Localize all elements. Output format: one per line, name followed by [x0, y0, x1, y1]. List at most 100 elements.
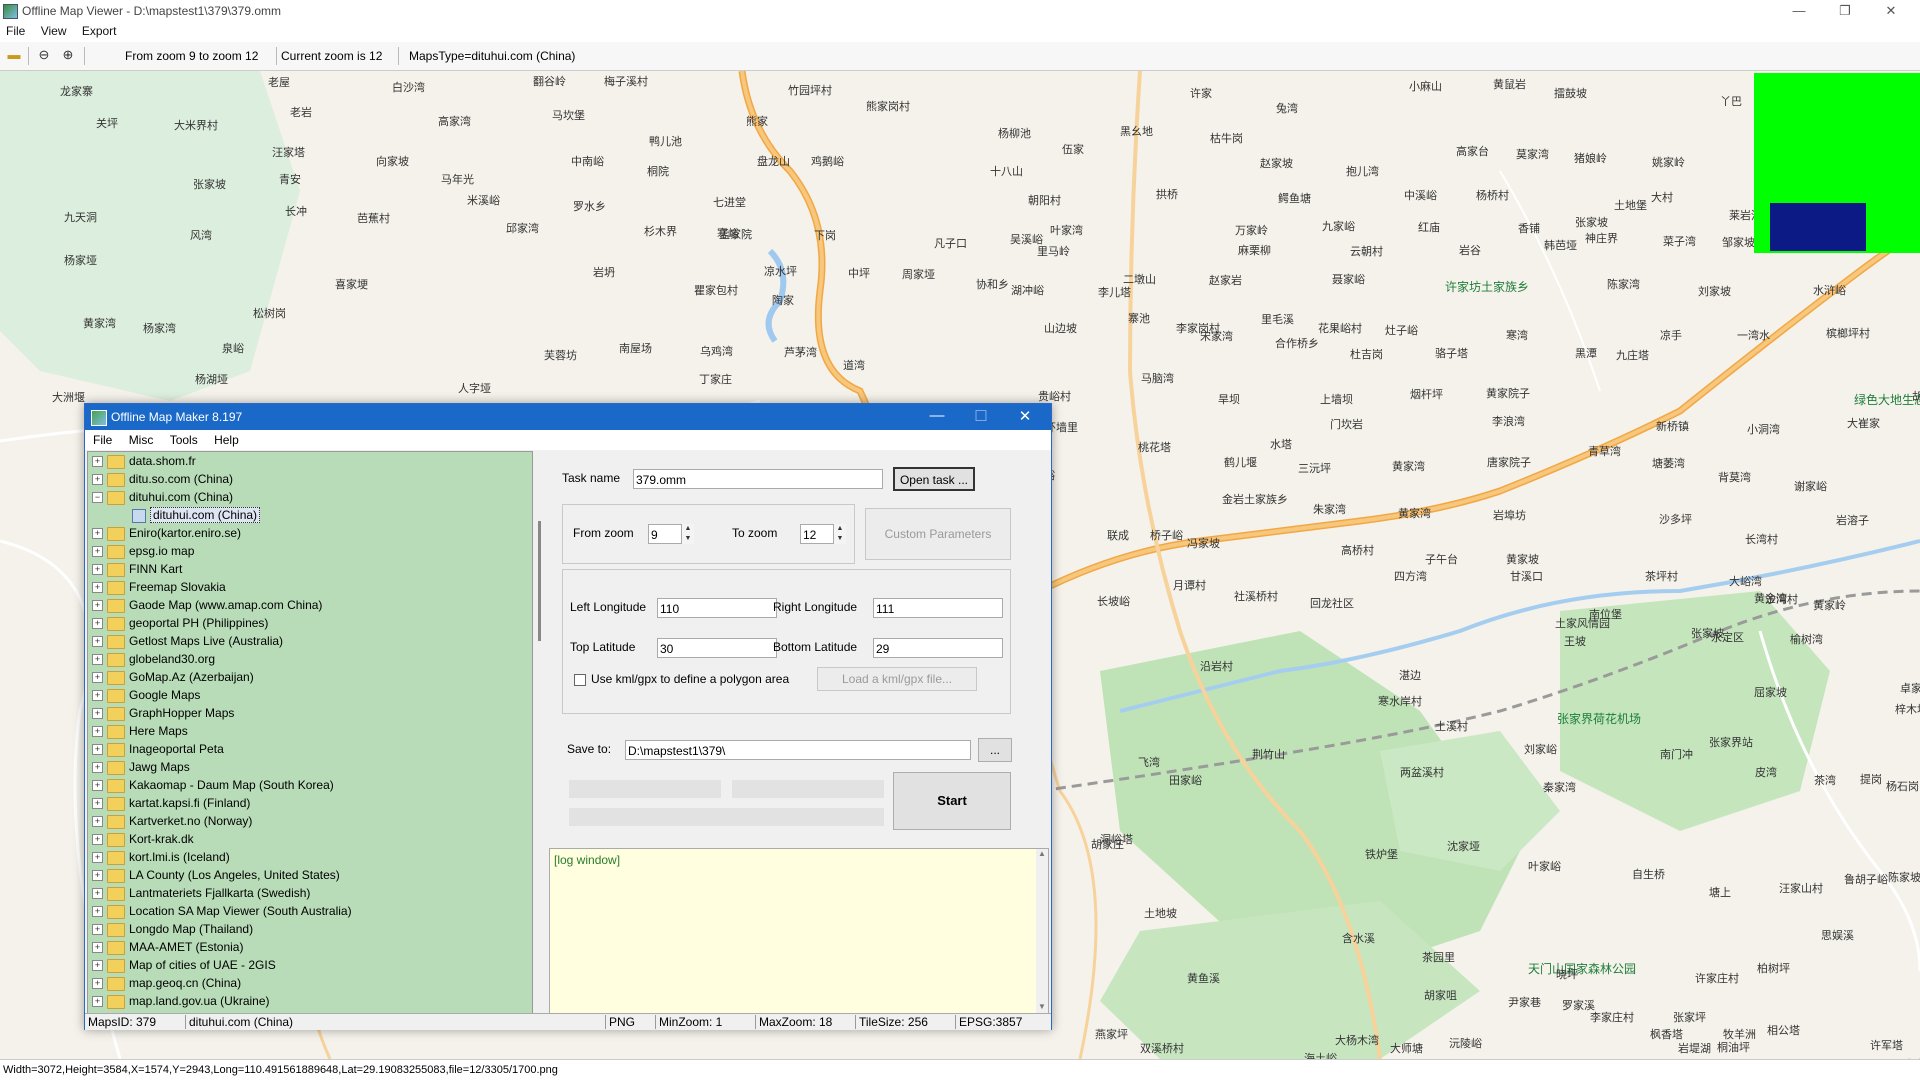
dialog-menu-help[interactable]: Help	[206, 430, 244, 447]
expand-icon[interactable]: +	[92, 708, 103, 720]
tree-node[interactable]: + Jawg Maps	[92, 760, 190, 778]
map-source-tree[interactable]: + data.shom.fr + ditu.so.com (China) − dituhu…	[87, 451, 533, 1014]
bottom-latitude-input[interactable]: 29	[873, 638, 1003, 658]
overview-minimap[interactable]	[1754, 73, 1920, 253]
left-longitude-input[interactable]: 110	[657, 598, 777, 618]
restore-button[interactable]: ❐	[1822, 0, 1868, 22]
start-button[interactable]: Start	[893, 772, 1011, 830]
expand-icon[interactable]: +	[92, 816, 103, 828]
tree-node[interactable]: + GoMap.Az (Azerbaijan)	[92, 670, 254, 688]
dialog-menu-misc[interactable]: Misc	[121, 430, 159, 447]
tree-node[interactable]: + geoportal PH (Philippines)	[92, 616, 268, 634]
tree-node[interactable]: + Gaode Map (www.amap.com China)	[92, 598, 322, 616]
tree-node[interactable]: + GraphHopper Maps	[92, 706, 234, 724]
open-task-button[interactable]: Open task ...	[893, 467, 975, 491]
tree-scrollbar-thumb[interactable]	[538, 521, 541, 641]
dialog-menu-tools[interactable]: Tools	[162, 430, 203, 447]
collapse-icon[interactable]: −	[92, 492, 103, 504]
tree-node[interactable]: + map.geoq.cn (China)	[92, 976, 241, 994]
expand-icon[interactable]: +	[92, 456, 103, 468]
open-folder-icon[interactable]: ▬	[6, 47, 22, 63]
expand-icon[interactable]: +	[92, 888, 103, 900]
minimize-button[interactable]: —	[1776, 0, 1822, 22]
expand-icon[interactable]: +	[92, 942, 103, 954]
expand-icon[interactable]: +	[92, 798, 103, 810]
expand-icon[interactable]: +	[92, 996, 103, 1008]
expand-icon[interactable]: +	[92, 672, 103, 684]
expand-icon[interactable]: +	[92, 564, 103, 576]
from-zoom-spinner[interactable]: ▲ ▼	[681, 524, 694, 544]
expand-icon[interactable]: +	[92, 870, 103, 882]
dialog-menu-file[interactable]: File	[85, 430, 117, 447]
tree-node[interactable]: + Here Maps	[92, 724, 188, 742]
tree-node[interactable]: + epsg.io map	[92, 544, 194, 562]
top-latitude-input[interactable]: 30	[657, 638, 777, 658]
tree-node[interactable]: + data.shom.fr	[92, 454, 196, 472]
expand-icon[interactable]: +	[92, 582, 103, 594]
place-label: 大杨木湾	[1335, 1035, 1379, 1047]
tree-node[interactable]: + Inageoportal Peta	[92, 742, 224, 760]
expand-icon[interactable]: +	[92, 852, 103, 864]
tree-node[interactable]: + Kakaomap - Daum Map (South Korea)	[92, 778, 334, 796]
tree-scrollbar[interactable]	[535, 451, 545, 1012]
tree-node[interactable]: + Map of cities of UAE - 2GIS	[92, 958, 276, 976]
tree-node[interactable]: + Eniro(kartor.eniro.se)	[92, 526, 241, 544]
overview-viewport-frame[interactable]	[1770, 203, 1866, 251]
dialog-close-button[interactable]: ✕	[1005, 407, 1045, 425]
expand-icon[interactable]: +	[92, 618, 103, 630]
tree-node[interactable]: + MAA-AMET (Estonia)	[92, 940, 243, 958]
menu-export[interactable]: Export	[76, 22, 123, 38]
browse-button[interactable]: ...	[978, 738, 1012, 762]
tree-node[interactable]: + kartat.kapsi.fi (Finland)	[92, 796, 250, 814]
tree-node[interactable]: dituhui.com (China)	[132, 507, 261, 526]
dialog-maximize-button[interactable]: ☐	[961, 407, 1001, 425]
tree-node[interactable]: + ditu.so.com (China)	[92, 472, 233, 490]
log-scrollbar[interactable]: ▲ ▼	[1036, 849, 1048, 1013]
dialog-minimize-button[interactable]: —	[917, 407, 957, 424]
expand-icon[interactable]: +	[92, 726, 103, 738]
close-button[interactable]: ✕	[1868, 0, 1914, 22]
tree-node[interactable]: + Longdo Map (Thailand)	[92, 922, 253, 940]
tree-node[interactable]: + Kort-krak.dk	[92, 832, 194, 850]
expand-icon[interactable]: +	[92, 528, 103, 540]
expand-icon[interactable]: +	[92, 906, 103, 918]
tree-node[interactable]: + Getlost Maps Live (Australia)	[92, 634, 283, 652]
load-kml-button[interactable]: Load a kml/gpx file...	[817, 667, 977, 691]
tree-node[interactable]: + Google Maps	[92, 688, 200, 706]
expand-icon[interactable]: +	[92, 600, 103, 612]
expand-icon[interactable]: +	[92, 960, 103, 972]
expand-icon[interactable]: +	[92, 744, 103, 756]
expand-icon[interactable]: +	[92, 978, 103, 990]
task-name-input[interactable]: 379.omm	[633, 469, 883, 489]
kml-checkbox[interactable]	[574, 674, 586, 686]
menu-file[interactable]: File	[0, 22, 31, 38]
log-window[interactable]: [log window] ▲ ▼	[549, 848, 1049, 1014]
tree-node[interactable]: + Kartverket.no (Norway)	[92, 814, 252, 832]
to-zoom-spinner[interactable]: ▲ ▼	[833, 524, 846, 544]
tree-node[interactable]: + kort.lmi.is (Iceland)	[92, 850, 230, 868]
tree-node[interactable]: + FINN Kart	[92, 562, 182, 580]
expand-icon[interactable]: +	[92, 690, 103, 702]
tree-node[interactable]: − dituhui.com (China)	[92, 490, 233, 508]
zoom-out-icon[interactable]: ⊖	[36, 47, 52, 63]
expand-icon[interactable]: +	[92, 924, 103, 936]
zoom-in-icon[interactable]: ⊕	[60, 47, 76, 63]
tree-node[interactable]: + map.land.gov.ua (Ukraine)	[92, 994, 270, 1012]
tree-node[interactable]: + Lantmateriets Fjallkarta (Swedish)	[92, 886, 310, 904]
expand-icon[interactable]: +	[92, 546, 103, 558]
right-longitude-input[interactable]: 111	[873, 598, 1003, 618]
tree-node[interactable]: + Location SA Map Viewer (South Australia…	[92, 904, 352, 922]
custom-parameters-button[interactable]: Custom Parameters	[865, 508, 1011, 560]
expand-icon[interactable]: +	[92, 834, 103, 846]
expand-icon[interactable]: +	[92, 636, 103, 648]
menu-view[interactable]: View	[35, 22, 73, 38]
tree-node[interactable]: + LA County (Los Angeles, United States)	[92, 868, 340, 886]
expand-icon[interactable]: +	[92, 780, 103, 792]
place-label: 双溪桥村	[1140, 1043, 1184, 1055]
expand-icon[interactable]: +	[92, 762, 103, 774]
expand-icon[interactable]: +	[92, 654, 103, 666]
tree-node[interactable]: + Freemap Slovakia	[92, 580, 226, 598]
expand-icon[interactable]: +	[92, 474, 103, 486]
save-to-input[interactable]: D:\mapstest1\379\	[625, 740, 971, 760]
tree-node[interactable]: + globeland30.org	[92, 652, 215, 670]
